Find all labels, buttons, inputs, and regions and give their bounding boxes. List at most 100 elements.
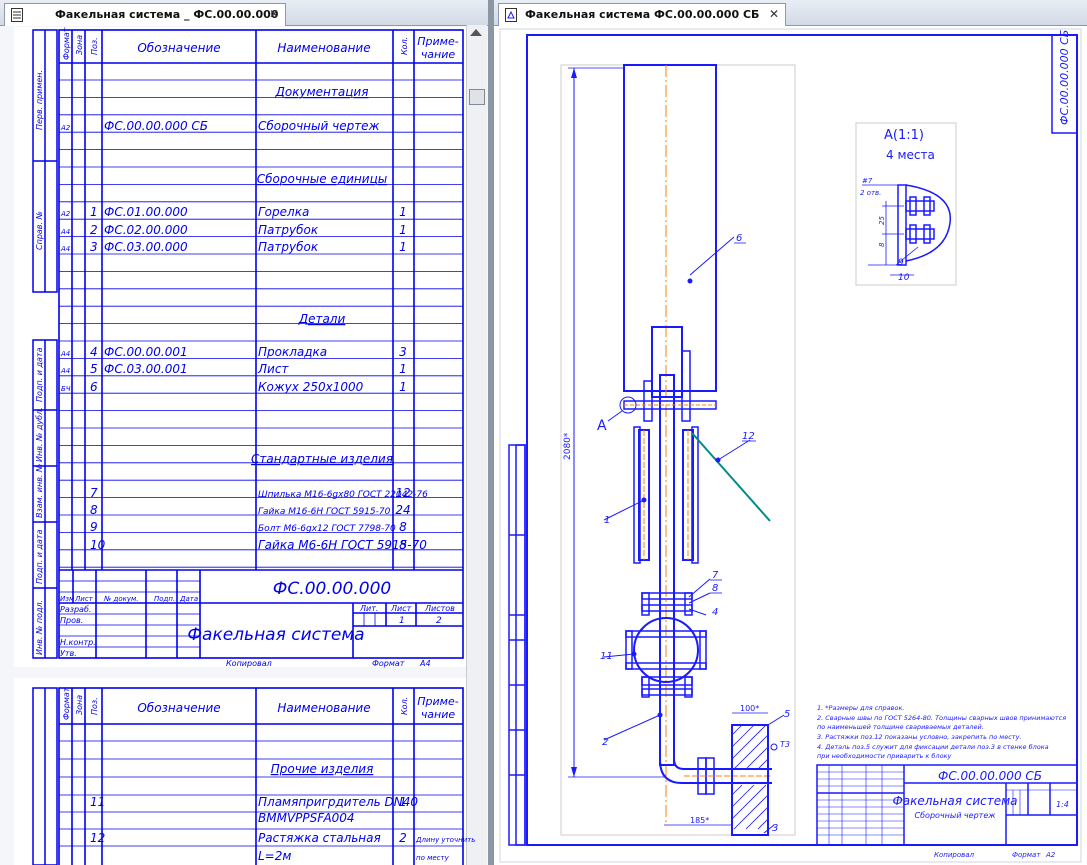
close-icon[interactable]: ✕ [767,7,781,21]
side-code: ФС.00.00.000 СБ [1058,30,1071,125]
row-note-cell: по месту [416,854,450,862]
stamp-lit: Лит. [359,604,378,613]
note-line: 1. *Размеры для справок. [817,704,904,712]
row-name-cell: Болт М6-6gх12 ГОСТ 7798-70 [258,524,396,534]
row-qty-cell: 2 [399,831,407,845]
row-pos-cell: 8 [90,503,98,517]
row-qty-cell: 1 [399,380,407,394]
row-designation-cell: ФС.00.00.000 СБ [104,119,208,133]
row-pos-cell: 5 [90,362,98,376]
header-qty: Кол. [400,697,409,715]
header-format: Формат [62,27,71,60]
right-tab-bar: Факельная система ФС.00.00.000 СБ ✕ [494,0,1087,26]
header-name: Наименование [277,701,370,715]
row-name-cell: Прокладка [258,345,327,359]
row-name-cell: Патрубок [258,240,319,254]
tab-title: Факельная система ФС.00.00.000 СБ [525,8,760,21]
header-pos: Поз. [90,37,99,55]
drawing-icon [505,8,517,22]
note-line: при необходимости приварить к блоку [817,752,951,760]
row-qty-cell: 8 [399,538,407,552]
header-pos: Поз. [90,697,99,715]
balloon-7: 7 [712,570,719,581]
sidebar-label: Справ. № [35,211,44,250]
tab-assembly-drawing[interactable]: Факельная система ФС.00.00.000 СБ ✕ [498,3,786,26]
detail-dim: 2 отв. [860,189,881,197]
row-designation-cell: ФС.02.00.000 [104,223,188,237]
row-qty-cell: 1 [399,205,407,219]
row-qty-cell: 1 [399,240,407,254]
dim-185: 185* [690,816,709,825]
row-pos-cell: 11 [90,795,105,809]
stamp-col: Изм [60,595,75,603]
drawing-stamp-format-val: А2 [1045,851,1056,859]
drawing-stamp-subtitle: Сборочный чертеж [915,811,997,820]
header-note: Приме- [417,35,458,48]
sidebar-label: Взам. инв. № [35,464,44,518]
sidebar-label: Перв. примен. [35,70,44,130]
row-name-cell: Патрубок [258,223,319,237]
detail-view-label: A(1:1) [884,128,924,143]
row-format-cell: A2 [60,124,71,132]
row-qty-cell: 12 [395,486,410,500]
drawing-stamp-format: Формат [1012,851,1041,859]
row-format-cell: A4 [60,350,70,358]
row-pos-cell: 6 [90,380,98,394]
row-name-cell: Кожух 250х1000 [258,380,364,394]
drawing-stamp-scale: 1:4 [1056,800,1069,809]
stamp-col: № докум. [103,595,139,603]
row-qty-cell: 1 [399,362,407,376]
dim-100: 100* [740,704,759,713]
section-title: Стандартные изделия [251,452,393,466]
section-title: Прочие изделия [271,762,374,776]
right-drawing-pane: Факельная система ФС.00.00.000 СБ ✕ ФС.0… [494,0,1087,865]
row-pos-cell: 12 [90,831,105,845]
stamp-format-val: А4 [419,659,431,668]
stamp-copied: Копировал [226,659,272,668]
note-line: по наименьшей толщине свариваемых детале… [817,723,984,731]
row-designation-cell: ФС.03.00.000 [104,240,188,254]
row-format-cell: A4 [60,367,70,375]
stamp-code: ФС.00.00.000 [273,579,391,599]
row-qty-cell: 8 [399,520,407,534]
row-name-cell: BMMVPPSFA004 [258,811,355,825]
stamp-role: Утв. [60,649,77,658]
spec-table-svg: Перв. примен. Справ. № Подп. и дата Инв.… [32,27,475,865]
row-name-cell: Пламяпригрдитель DN40 [258,795,418,809]
detail-dim: #7 [862,177,873,185]
balloon-12: 12 [742,431,755,442]
section-title: Сборочные единицы [257,172,387,186]
sidebar-label: Инв. № дубл. [35,407,44,462]
shroud-part [623,64,717,392]
balloon-8: 8 [712,583,718,594]
balloon-4: 4 [712,607,718,618]
drawing-stamp-title: Факельная система [892,794,1017,808]
row-name-cell: Гайка М16-6Н ГОСТ 5915-70 [258,507,391,517]
row-name-cell: Горелка [258,205,309,219]
detail-dim: 25 [878,216,886,225]
row-format-cell: A2 [60,210,71,218]
balloon-6: 6 [736,233,742,244]
detail-view-note: 4 места [886,148,935,162]
detail-balloon-10: 10 [898,273,910,283]
stamp-col: Лист [74,595,94,603]
row-name-cell: Растяжка стальная [258,831,381,845]
row-qty-cell: 24 [395,503,410,517]
row-format-cell: A4 [60,245,70,253]
assembly-drawing-svg: ФС.00.00.000 СБ 2080* A 100* 185* 6 1 12… [499,28,1082,863]
detail-ref: A [597,418,607,434]
left-document-pane: Факельная система _ ФС.00.00.000 ✕ Перв.… [0,0,488,865]
header-designation: Обозначение [137,41,220,55]
sidebar-label: Подп. и дата [35,529,44,584]
row-format-cell: A4 [60,228,70,236]
note-line: 4. Деталь поз.5 служит для фиксации дета… [817,743,1049,751]
row-pos-cell: 4 [90,345,98,359]
stamp-sheet-val: 1 [399,616,405,626]
detail-balloon-9: 9 [898,258,904,268]
row-pos-cell: 9 [90,520,98,534]
row-name-cell: L=2м [258,849,291,863]
row-pos-cell: 10 [90,538,106,552]
row-name-cell: Сборочный чертеж [258,119,380,133]
header-format: Формат [62,687,71,720]
row-qty-cell: 1 [399,223,407,237]
